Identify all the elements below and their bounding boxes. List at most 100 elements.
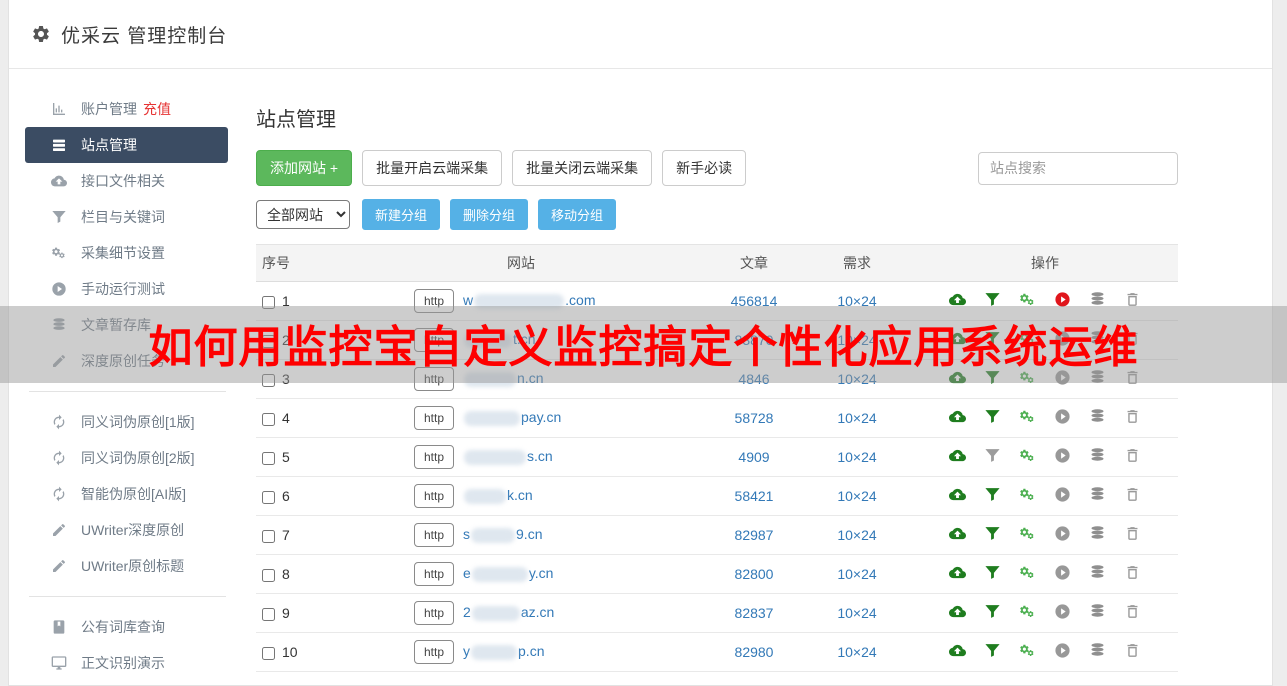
play-circle-icon[interactable] — [1054, 525, 1071, 542]
trash-icon[interactable] — [1124, 603, 1141, 620]
protocol-badge[interactable]: http — [414, 601, 454, 625]
site-link[interactable]: pay.cn — [463, 409, 561, 425]
database-icon[interactable] — [1089, 564, 1106, 581]
funnel-icon[interactable] — [984, 564, 1001, 581]
demand-value: 10×24 — [802, 633, 912, 672]
site-link[interactable]: yp.cn — [463, 643, 544, 659]
gears-icon — [51, 245, 67, 261]
play-circle-icon[interactable] — [1054, 603, 1071, 620]
trash-icon[interactable] — [1124, 564, 1141, 581]
demand-value: 10×24 — [802, 477, 912, 516]
sidebar-item-interface-files[interactable]: 接口文件相关 — [25, 163, 228, 199]
play-circle-icon[interactable] — [1054, 486, 1071, 503]
row-index: 5 — [282, 449, 290, 465]
play-circle-icon[interactable] — [1054, 564, 1071, 581]
play-circle-icon[interactable] — [1054, 642, 1071, 659]
group-bar: 全部网站 新建分组 删除分组 移动分组 — [256, 199, 1272, 230]
redacted-url-segment — [472, 606, 520, 621]
database-icon[interactable] — [1089, 642, 1106, 659]
site-link[interactable]: ey.cn — [463, 565, 553, 581]
trash-icon[interactable] — [1124, 642, 1141, 659]
protocol-badge[interactable]: http — [414, 640, 454, 664]
cloud-collect-icon[interactable] — [949, 603, 966, 620]
database-icon[interactable] — [1089, 525, 1106, 542]
sidebar-item-label: 手动运行测试 — [81, 279, 165, 299]
sidebar-item-synonym-v1[interactable]: 同义词伪原创[1版] — [25, 404, 228, 440]
delete-group-button[interactable]: 删除分组 — [450, 199, 528, 230]
newbie-guide-button[interactable]: 新手必读 — [662, 150, 746, 186]
trash-icon[interactable] — [1124, 447, 1141, 464]
protocol-badge[interactable]: http — [414, 523, 454, 547]
row-index: 6 — [282, 488, 290, 504]
protocol-badge[interactable]: http — [414, 445, 454, 469]
demand-value: 10×24 — [802, 555, 912, 594]
site-link[interactable]: k.cn — [463, 487, 533, 503]
play-circle-icon[interactable] — [1054, 447, 1071, 464]
new-group-button[interactable]: 新建分组 — [362, 199, 440, 230]
gears-icon[interactable] — [1019, 408, 1036, 425]
funnel-icon[interactable] — [984, 408, 1001, 425]
gears-icon[interactable] — [1019, 447, 1036, 464]
demand-value: 10×24 — [802, 438, 912, 477]
row-select-checkbox[interactable] — [262, 647, 275, 660]
sidebar-item-public-thesaurus[interactable]: 公有词库查询 — [25, 609, 228, 645]
cloud-collect-icon[interactable] — [949, 408, 966, 425]
col-header-website: 网站 — [336, 245, 706, 282]
site-link[interactable]: s.cn — [463, 448, 553, 464]
gears-icon[interactable] — [1019, 486, 1036, 503]
sidebar-item-manual-run[interactable]: 手动运行测试 — [25, 271, 228, 307]
row-select-checkbox[interactable] — [262, 569, 275, 582]
sidebar-item-uwriter-deep[interactable]: UWriter深度原创 — [25, 512, 228, 548]
sidebar-item-label: 同义词伪原创[1版] — [81, 412, 195, 432]
sidebar-item-uwriter-title[interactable]: UWriter原创标题 — [25, 548, 228, 584]
funnel-icon[interactable] — [984, 525, 1001, 542]
article-count: 82837 — [706, 594, 802, 633]
row-select-checkbox[interactable] — [262, 413, 275, 426]
funnel-icon[interactable] — [984, 486, 1001, 503]
recharge-link[interactable]: 充值 — [143, 99, 171, 119]
database-icon[interactable] — [1089, 486, 1106, 503]
site-link[interactable]: 2az.cn — [463, 604, 554, 620]
funnel-icon[interactable] — [984, 447, 1001, 464]
cloud-collect-icon[interactable] — [949, 564, 966, 581]
funnel-icon[interactable] — [984, 642, 1001, 659]
trash-icon[interactable] — [1124, 408, 1141, 425]
cloud-collect-icon[interactable] — [949, 525, 966, 542]
batch-open-cloud-collect-button[interactable]: 批量开启云端采集 — [362, 150, 502, 186]
gears-icon[interactable] — [1019, 603, 1036, 620]
row-select-checkbox[interactable] — [262, 608, 275, 621]
site-link[interactable]: s9.cn — [463, 526, 542, 542]
sidebar-item-synonym-v2[interactable]: 同义词伪原创[2版] — [25, 440, 228, 476]
funnel-icon[interactable] — [984, 603, 1001, 620]
database-icon[interactable] — [1089, 447, 1106, 464]
gears-icon[interactable] — [1019, 525, 1036, 542]
cloud-collect-icon[interactable] — [949, 447, 966, 464]
sidebar-item-columns-keywords[interactable]: 栏目与关键词 — [25, 199, 228, 235]
database-icon[interactable] — [1089, 603, 1106, 620]
sidebar-item-account[interactable]: 账户管理 充值 — [25, 91, 228, 127]
protocol-badge[interactable]: http — [414, 406, 454, 430]
protocol-badge[interactable]: http — [414, 562, 454, 586]
sidebar-item-content-recognition[interactable]: 正文识别演示 — [25, 645, 228, 681]
row-select-checkbox[interactable] — [262, 530, 275, 543]
gears-icon[interactable] — [1019, 642, 1036, 659]
trash-icon[interactable] — [1124, 486, 1141, 503]
row-select-checkbox[interactable] — [262, 491, 275, 504]
site-search-input[interactable] — [978, 152, 1178, 185]
cloud-collect-icon[interactable] — [949, 642, 966, 659]
sidebar-item-ai-rewrite[interactable]: 智能伪原创[AI版] — [25, 476, 228, 512]
edit-icon — [51, 522, 67, 538]
database-icon[interactable] — [1089, 408, 1106, 425]
play-circle-icon[interactable] — [1054, 408, 1071, 425]
gears-icon[interactable] — [1019, 564, 1036, 581]
cloud-collect-icon[interactable] — [949, 486, 966, 503]
add-site-button[interactable]: 添加网站 + — [256, 150, 352, 186]
protocol-badge[interactable]: http — [414, 484, 454, 508]
trash-icon[interactable] — [1124, 525, 1141, 542]
batch-close-cloud-collect-button[interactable]: 批量关闭云端采集 — [512, 150, 652, 186]
sidebar-item-sites[interactable]: 站点管理 — [25, 127, 228, 163]
move-group-button[interactable]: 移动分组 — [538, 199, 616, 230]
row-select-checkbox[interactable] — [262, 452, 275, 465]
site-group-select[interactable]: 全部网站 — [256, 200, 350, 229]
sidebar-item-collect-settings[interactable]: 采集细节设置 — [25, 235, 228, 271]
